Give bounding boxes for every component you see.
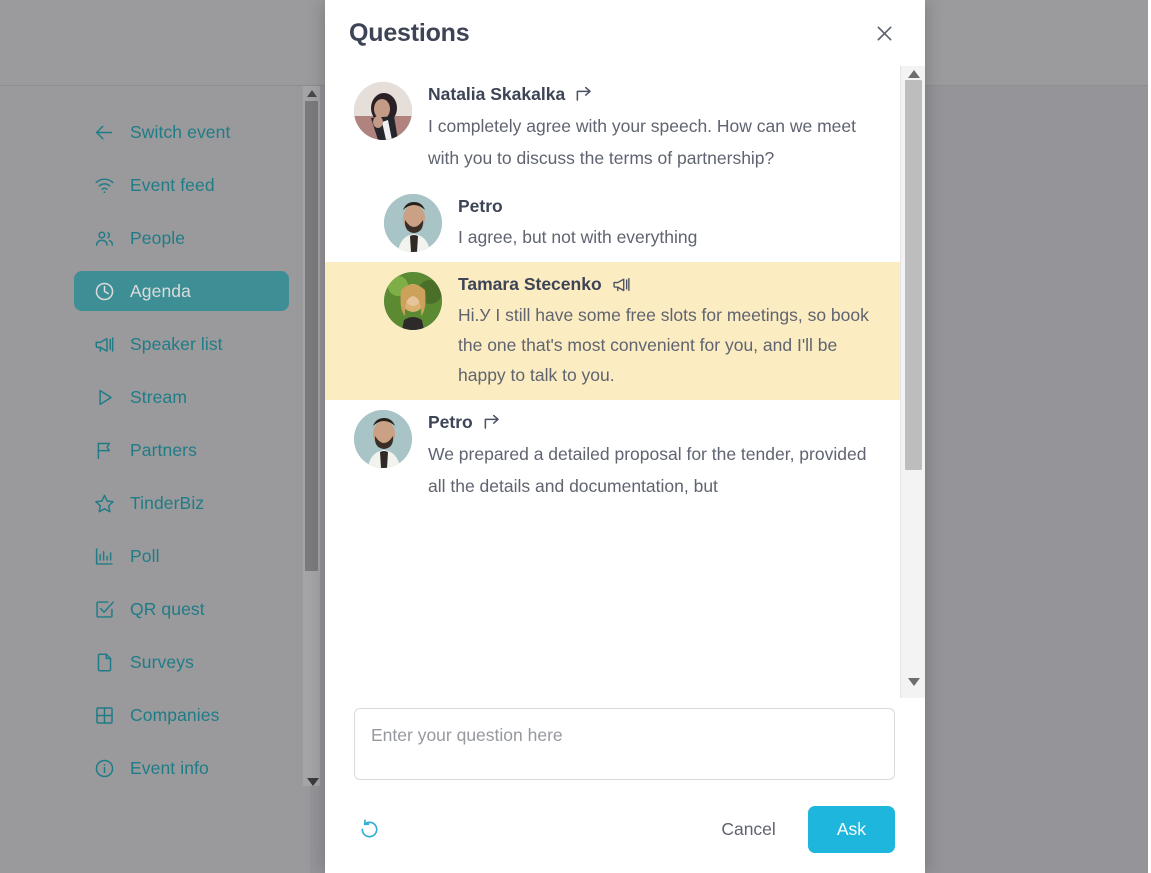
grid-icon — [94, 705, 115, 726]
message-author-name: Tamara Stecenko — [458, 274, 602, 294]
cancel-button[interactable]: Cancel — [705, 809, 791, 850]
avatar — [354, 82, 412, 140]
page-title: Questions — [349, 18, 470, 47]
sidebar-item-event-info[interactable]: Event info — [74, 748, 289, 788]
sidebar-item-qr-quest[interactable]: QR quest — [74, 589, 289, 629]
sidebar-item-tinderbiz[interactable]: TinderBiz — [74, 483, 289, 523]
messages-scroll-up-icon[interactable] — [908, 70, 920, 78]
arrow-left-icon — [94, 122, 115, 143]
message-name-row: Tamara Stecenko — [458, 274, 880, 295]
question-input[interactable] — [354, 708, 895, 780]
sidebar-item-event-feed[interactable]: Event feed — [74, 165, 289, 205]
forward-arrow-icon[interactable] — [575, 85, 594, 104]
sidebar-item-speaker-list[interactable]: Speaker list — [74, 324, 289, 364]
sidebar-item-label: Speaker list — [130, 333, 223, 354]
sidebar-item-label: Surveys — [130, 651, 194, 672]
avatar — [384, 272, 442, 330]
refresh-icon[interactable] — [354, 814, 384, 844]
message-name-row: Petro — [458, 196, 880, 217]
message-text: We prepared a detailed proposal for the … — [428, 444, 867, 496]
sidebar-item-label: Agenda — [130, 280, 191, 301]
sidebar-item-label: QR quest — [130, 598, 205, 619]
messages-scroll-down-icon[interactable] — [908, 678, 920, 686]
sidebar-item-poll[interactable]: Poll — [74, 536, 289, 576]
message-text: I completely agree with your speech. How… — [428, 116, 856, 168]
sidebar-item-label: Stream — [130, 386, 188, 407]
sidebar-item-label: Poll — [130, 545, 160, 566]
sidebar-item-label: People — [130, 227, 186, 248]
megaphone-icon[interactable] — [612, 275, 631, 294]
sidebar-scrollbar-track[interactable] — [303, 86, 320, 786]
modal-header: Questions — [325, 0, 925, 66]
sidebar-item-stream[interactable]: Stream — [74, 377, 289, 417]
message-body: Petro I agree, but not with everything — [458, 194, 880, 252]
message-body: Petro We prepared a detailed proposal for… — [428, 410, 880, 502]
message-author-name: Petro — [428, 412, 473, 432]
sidebar-item-label: Switch event — [130, 121, 231, 142]
sidebar-scrollbar[interactable] — [303, 86, 320, 786]
sidebar-item-label: Event info — [130, 757, 209, 778]
modal-footer: Cancel Ask — [325, 785, 925, 873]
play-icon — [94, 387, 115, 408]
questions-modal: Questions Natalia Skakalka I completely a… — [325, 0, 925, 873]
message-text: Hi.У I still have some free slots for me… — [458, 305, 869, 385]
sidebar-item-label: Partners — [130, 439, 197, 460]
question-message[interactable]: Tamara Stecenko Hi.У I still have some fr… — [325, 262, 900, 400]
sidebar-scroll-down-icon[interactable] — [307, 778, 319, 786]
sidebar-item-surveys[interactable]: Surveys — [74, 642, 289, 682]
avatar — [384, 194, 442, 252]
sidebar-item-label: Companies — [130, 704, 220, 725]
question-message[interactable]: Petro We prepared a detailed proposal for… — [325, 400, 900, 512]
wifi-icon — [94, 175, 115, 196]
sidebar-scrollbar-thumb[interactable] — [305, 101, 318, 571]
info-icon — [94, 758, 115, 779]
document-icon — [94, 652, 115, 673]
avatar — [354, 410, 412, 468]
sidebar-item-switch-event[interactable]: Switch event — [74, 112, 289, 152]
megaphone-icon — [94, 334, 115, 355]
messages-list: Natalia Skakalka I completely agree with … — [325, 66, 900, 698]
message-author-name: Petro — [458, 196, 503, 216]
sidebar: Switch event Event feed People Agenda Speake… — [0, 86, 310, 873]
messages-scrollbar[interactable] — [900, 66, 925, 698]
sidebar-item-label: TinderBiz — [130, 492, 205, 513]
message-author-name: Natalia Skakalka — [428, 84, 566, 104]
sidebar-item-partners[interactable]: Partners — [74, 430, 289, 470]
sidebar-item-people[interactable]: People — [74, 218, 289, 258]
flag-icon — [94, 440, 115, 461]
question-input-area — [325, 698, 925, 785]
message-text: I agree, but not with everything — [458, 227, 698, 247]
ask-button[interactable]: Ask — [807, 805, 895, 853]
sidebar-scroll-up-icon[interactable] — [307, 90, 317, 97]
question-message[interactable]: Natalia Skakalka I completely agree with … — [325, 72, 900, 184]
close-icon[interactable] — [869, 18, 899, 48]
message-name-row: Natalia Skakalka — [428, 84, 880, 105]
message-name-row: Petro — [428, 412, 880, 433]
clock-icon — [94, 281, 115, 302]
message-body: Tamara Stecenko Hi.У I still have some fr… — [458, 272, 880, 390]
sidebar-item-companies[interactable]: Companies — [74, 695, 289, 735]
forward-arrow-icon[interactable] — [483, 413, 502, 432]
bar-chart-icon — [94, 546, 115, 567]
question-message[interactable]: Petro I agree, but not with everything — [325, 184, 900, 262]
people-icon — [94, 228, 115, 249]
messages-scrollbar-thumb[interactable] — [905, 80, 922, 470]
message-body: Natalia Skakalka I completely agree with … — [428, 82, 880, 174]
sidebar-item-label: Event feed — [130, 174, 215, 195]
star-icon — [94, 493, 115, 514]
messages-scroll-region: Natalia Skakalka I completely agree with … — [325, 66, 925, 698]
sidebar-item-agenda[interactable]: Agenda — [74, 271, 289, 311]
check-square-icon — [94, 599, 115, 620]
